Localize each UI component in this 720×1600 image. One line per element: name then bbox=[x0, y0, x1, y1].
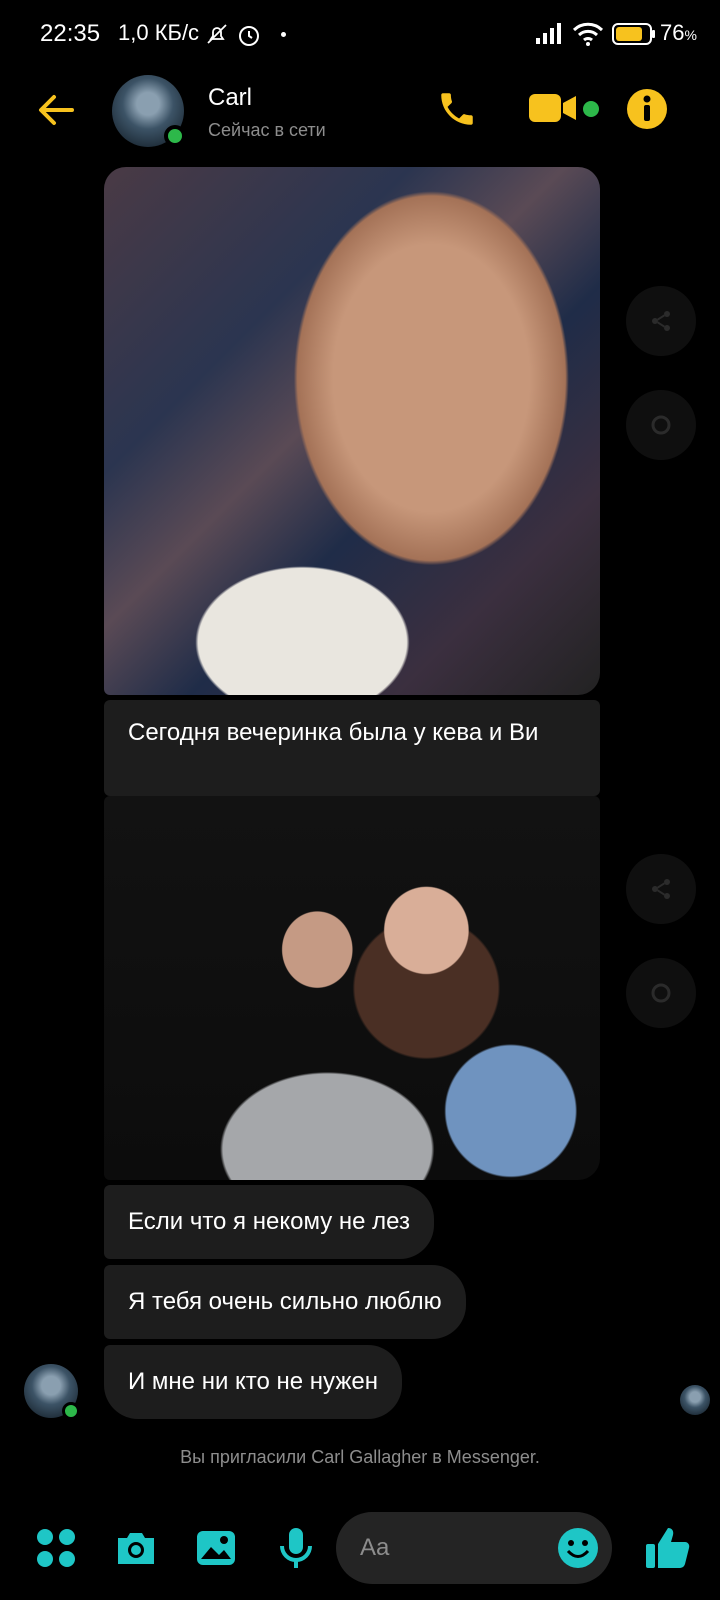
message-input-wrapper bbox=[336, 1512, 612, 1584]
video-active-dot bbox=[583, 101, 599, 117]
message-bubble[interactable]: Я тебя очень сильно люблю bbox=[104, 1265, 466, 1339]
seen-indicator-avatar bbox=[680, 1385, 710, 1415]
contact-name[interactable]: Carl bbox=[208, 84, 252, 112]
save-button[interactable] bbox=[626, 958, 696, 1028]
signal-icon bbox=[536, 23, 561, 44]
chat-header: Carl Сейчас в сети bbox=[0, 70, 720, 165]
message-bubble[interactable]: Сегодня вечеринка была у кева и Ви bbox=[104, 700, 600, 796]
save-button[interactable] bbox=[626, 390, 696, 460]
message-input[interactable] bbox=[360, 1512, 540, 1584]
status-dot bbox=[281, 32, 286, 37]
composer-bar bbox=[0, 1500, 720, 1600]
thumbs-up-icon[interactable] bbox=[644, 1524, 692, 1572]
download-icon bbox=[651, 983, 671, 1003]
network-speed: 1,0 КБ/с bbox=[118, 20, 200, 45]
share-button[interactable] bbox=[626, 854, 696, 924]
battery-level: 76% bbox=[660, 20, 697, 45]
download-icon bbox=[651, 415, 671, 435]
mute-bell-icon bbox=[207, 24, 227, 44]
message-bubble[interactable]: Если что я некому не лез bbox=[104, 1185, 434, 1259]
photo-message-party[interactable] bbox=[104, 796, 600, 1180]
share-icon bbox=[652, 311, 670, 331]
microphone-icon[interactable] bbox=[274, 1526, 318, 1570]
gallery-icon[interactable] bbox=[194, 1526, 238, 1570]
status-time: 22:35 bbox=[40, 20, 101, 47]
video-camera-icon[interactable] bbox=[528, 90, 578, 126]
emoji-icon[interactable] bbox=[556, 1526, 600, 1570]
photo-message-selfie[interactable] bbox=[104, 167, 600, 695]
share-icon bbox=[652, 879, 670, 899]
status-bar: 22:35 1,0 КБ/с 76% bbox=[0, 0, 720, 70]
contact-status: Сейчас в сети bbox=[208, 120, 326, 140]
invite-notice: Вы пригласили Carl Gallagher в Messenger… bbox=[180, 1447, 540, 1467]
apps-icon[interactable] bbox=[34, 1526, 78, 1570]
alarm-icon bbox=[239, 26, 259, 46]
phone-icon[interactable] bbox=[436, 88, 478, 130]
battery-icon bbox=[612, 23, 655, 45]
camera-icon[interactable] bbox=[114, 1526, 158, 1570]
message-bubble[interactable]: И мне ни кто не нужен bbox=[104, 1345, 402, 1419]
online-indicator bbox=[62, 1402, 80, 1420]
online-indicator bbox=[164, 125, 186, 147]
info-icon[interactable] bbox=[626, 88, 668, 130]
wifi-icon bbox=[572, 22, 604, 46]
back-arrow-icon[interactable] bbox=[36, 90, 76, 130]
share-button[interactable] bbox=[626, 286, 696, 356]
